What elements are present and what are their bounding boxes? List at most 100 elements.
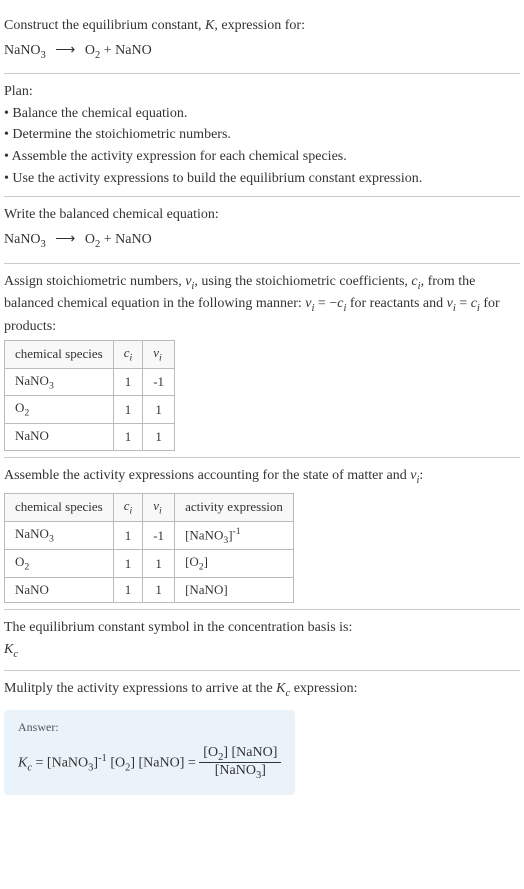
- table-row: NaNO 1 1 [NaNO]: [5, 578, 294, 603]
- numerator: [O2] [NaNO]: [199, 745, 281, 764]
- ab1: [O: [185, 554, 199, 569]
- anui-hdr-sub: i: [159, 506, 162, 517]
- asp1: O: [15, 554, 24, 569]
- ab0: [NaNO: [185, 527, 223, 542]
- ath-activity: activity expression: [175, 493, 294, 521]
- asp0-sub: 3: [49, 534, 54, 545]
- th-species: chemical species: [5, 341, 114, 369]
- ath-nui: νi: [143, 493, 175, 521]
- Kc-K: K: [4, 642, 13, 657]
- reaction-arrow: ⟶: [49, 43, 81, 58]
- symbol-section: The equilibrium constant symbol in the c…: [4, 610, 520, 671]
- cell-activity: [O2]: [175, 550, 294, 578]
- sp0: NaNO: [15, 373, 49, 388]
- answer-label: Answer:: [18, 720, 281, 735]
- rhs1-species: O: [85, 43, 95, 58]
- aci-hdr-sub: i: [130, 506, 133, 517]
- aci1: 1: [113, 550, 143, 578]
- rel2-eq: =: [456, 296, 471, 311]
- mul-text1: Mulitply the activity expressions to arr…: [4, 681, 276, 696]
- fraction: [O2] [NaNO][NaNO3]: [199, 745, 281, 782]
- ans-eq: =: [32, 755, 47, 770]
- anui1: 1: [143, 550, 175, 578]
- bal-arrow: ⟶: [49, 232, 81, 247]
- ci0: 1: [113, 368, 143, 396]
- anui2: 1: [143, 578, 175, 603]
- den1: [NaNO: [215, 763, 256, 778]
- plus-sign: +: [100, 43, 115, 58]
- mul-K: K: [276, 681, 285, 696]
- asp1-sub: 2: [24, 562, 29, 573]
- cell-species: NaNO3: [5, 368, 114, 396]
- stoich-section: Assign stoichiometric numbers, νi , using…: [4, 264, 520, 459]
- activity-table: chemical species ci νi activity expressi…: [4, 493, 294, 603]
- question-header: Construct the equilibrium constant, K, e…: [4, 8, 520, 74]
- prompt-text: Construct the equilibrium constant,: [4, 18, 205, 33]
- lhs-sub: 3: [41, 49, 46, 60]
- ans-t1-exp: -1: [98, 752, 107, 763]
- sp1: O: [15, 400, 24, 415]
- th-nui: νi: [143, 341, 175, 369]
- table-row: NaNO3 1 -1: [5, 368, 175, 396]
- K-symbol: K: [205, 18, 214, 33]
- activity-section: Assemble the activity expressions accoun…: [4, 458, 520, 610]
- ci2: 1: [113, 423, 143, 451]
- cell-species: O2: [5, 550, 114, 578]
- cell-species: O2: [5, 396, 114, 424]
- prompt-line: Construct the equilibrium constant, K, e…: [4, 16, 520, 36]
- num1: [O: [203, 745, 218, 760]
- cell-species: NaNO3: [5, 521, 114, 550]
- cell-activity: [NaNO]: [175, 578, 294, 603]
- asp2: NaNO: [15, 582, 49, 597]
- anui0: -1: [143, 521, 175, 550]
- Kc-sub: c: [13, 648, 18, 659]
- bal-rhs1: O: [85, 232, 95, 247]
- nui1: 1: [143, 396, 175, 424]
- sp1-sub: 2: [24, 408, 29, 419]
- aci2: 1: [113, 578, 143, 603]
- ab0-exp: -1: [233, 526, 241, 537]
- nui0: -1: [143, 368, 175, 396]
- ans-eq2: =: [184, 755, 199, 770]
- ans-K: K: [18, 755, 27, 770]
- nui2: 1: [143, 423, 175, 451]
- balanced-section: Write the balanced chemical equation: Na…: [4, 197, 520, 263]
- denominator: [NaNO3]: [199, 763, 281, 781]
- answer-box: Answer: Kc = [NaNO3]-1 [O2] [NaNO] = [O2…: [4, 710, 295, 796]
- balanced-equation: NaNO3 ⟶ O2 + NaNO: [4, 227, 520, 255]
- multiply-intro: Mulitply the activity expressions to arr…: [4, 679, 520, 701]
- table-row: NaNO3 1 -1 [NaNO3]-1: [5, 521, 294, 550]
- ath-ci: ci: [113, 493, 143, 521]
- prompt-after: , expression for:: [214, 18, 305, 33]
- table-row: O2 1 1: [5, 396, 175, 424]
- stoich-intro: Assign stoichiometric numbers, νi, using…: [4, 272, 520, 337]
- stoich-text2: , using the stoichiometric coefficients,: [194, 274, 411, 289]
- nui-hdr-sub: i: [159, 353, 162, 364]
- ab1-close: ]: [204, 554, 208, 569]
- table-header-row: chemical species ci νi: [5, 341, 175, 369]
- bal-lhs: NaNO: [4, 232, 41, 247]
- sp2: NaNO: [15, 428, 49, 443]
- aci0: 1: [113, 521, 143, 550]
- mul-text2: expression:: [290, 681, 357, 696]
- bal-rhs2: NaNO: [115, 232, 152, 247]
- rel1-eq: = −: [314, 296, 337, 311]
- num1-close: ] [NaNO]: [223, 745, 277, 760]
- cell-species: NaNO: [5, 423, 114, 451]
- cell-activity: [NaNO3]-1: [175, 521, 294, 550]
- lhs-species: NaNO: [4, 43, 41, 58]
- ans-t3: [NaNO]: [139, 755, 185, 770]
- plan-section: Plan: • Balance the chemical equation. •…: [4, 74, 520, 197]
- stoich-text1: Assign stoichiometric numbers,: [4, 274, 185, 289]
- ans-t1: [NaNO: [47, 755, 88, 770]
- multiply-section: Mulitply the activity expressions to arr…: [4, 671, 520, 801]
- stoich-table: chemical species ci νi NaNO3 1 -1 O2 1 1…: [4, 340, 175, 451]
- bal-lhs-sub: 3: [41, 239, 46, 250]
- cell-species: NaNO: [5, 578, 114, 603]
- table-row: O2 1 1 [O2]: [5, 550, 294, 578]
- th-ci: ci: [113, 341, 143, 369]
- asp0: NaNO: [15, 526, 49, 541]
- act-text2: :: [419, 468, 423, 483]
- sp0-sub: 3: [49, 380, 54, 391]
- ci1: 1: [113, 396, 143, 424]
